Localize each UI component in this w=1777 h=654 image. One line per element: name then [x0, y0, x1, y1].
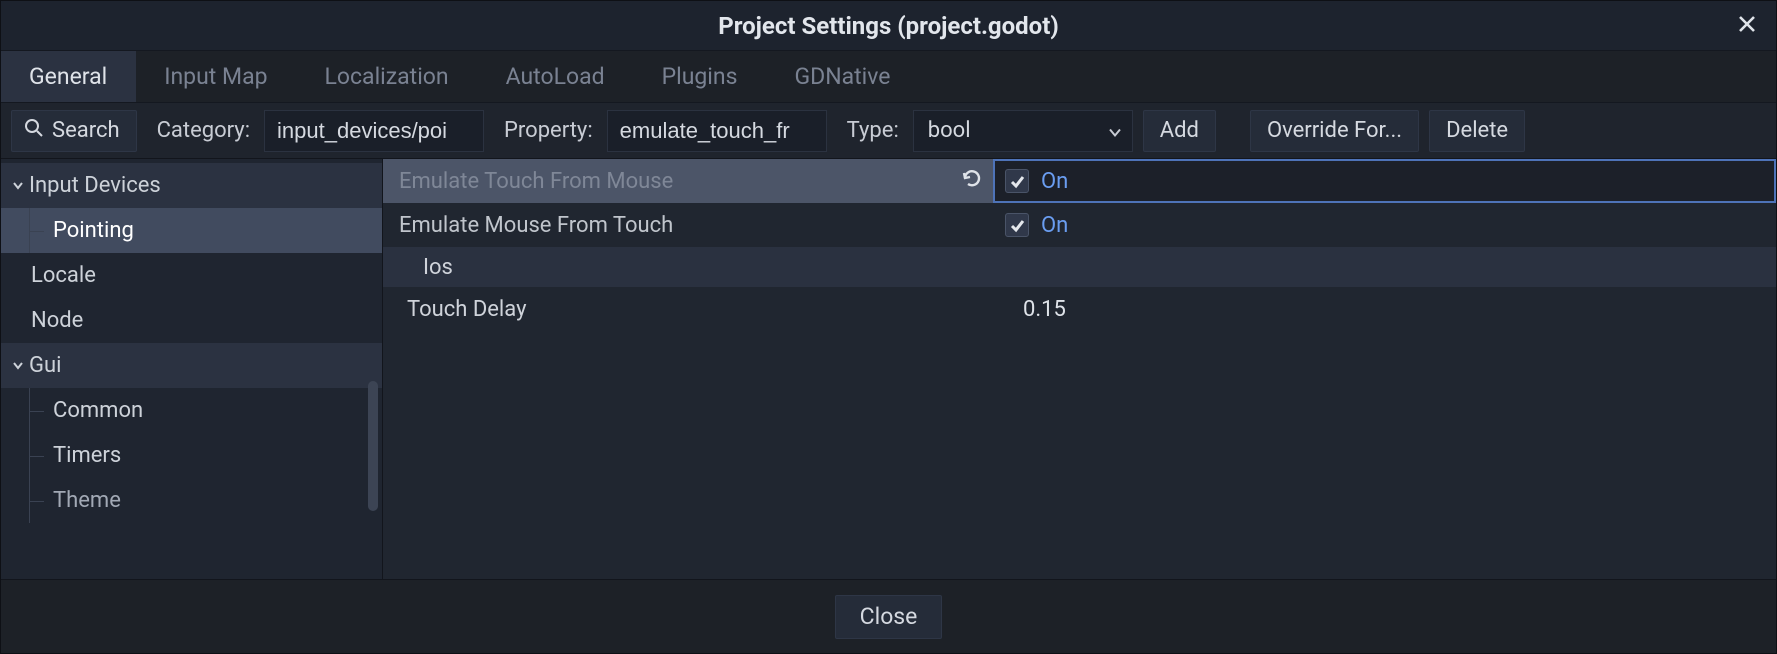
- chevron-down-icon: [11, 173, 25, 198]
- tree-item-timers[interactable]: Timers: [1, 433, 382, 478]
- project-settings-window: Project Settings (project.godot) General…: [0, 0, 1777, 654]
- tab-localization[interactable]: Localization: [297, 51, 478, 102]
- checkbox-checked-icon[interactable]: [1005, 169, 1029, 193]
- property-label: Emulate Touch From Mouse: [383, 159, 993, 203]
- sidebar-scrollbar[interactable]: [368, 381, 378, 511]
- property-input[interactable]: [607, 110, 827, 152]
- tab-gdnative[interactable]: GDNative: [766, 51, 919, 102]
- category-tree: Input Devices Pointing Locale Node Gui C…: [1, 159, 383, 579]
- type-select-value: bool: [928, 118, 971, 143]
- main-area: Input Devices Pointing Locale Node Gui C…: [1, 159, 1776, 579]
- override-for-button[interactable]: Override For...: [1250, 110, 1419, 152]
- checkbox-checked-icon[interactable]: [1005, 213, 1029, 237]
- property-value-text: 0.15: [1023, 297, 1066, 322]
- property-row-emulate-mouse-from-touch: Emulate Mouse From Touch On: [383, 203, 1776, 247]
- toolbar: Search Category: Property: Type: bool Ad…: [1, 103, 1776, 159]
- property-value[interactable]: 0.15: [993, 287, 1776, 331]
- property-row-touch-delay: Touch Delay 0.15: [383, 287, 1776, 331]
- category-label: Category:: [147, 110, 254, 152]
- tree-label: Gui: [29, 353, 61, 378]
- add-button[interactable]: Add: [1143, 110, 1216, 152]
- tree-label: Node: [31, 308, 83, 333]
- tab-plugins[interactable]: Plugins: [634, 51, 767, 102]
- tree-label: Input Devices: [29, 173, 161, 198]
- property-section-ios: Ios: [383, 247, 1776, 287]
- tree-item-pointing[interactable]: Pointing: [1, 208, 382, 253]
- chevron-down-icon: [11, 353, 25, 378]
- delete-button[interactable]: Delete: [1429, 110, 1525, 152]
- type-label: Type:: [837, 110, 903, 152]
- tab-autoload[interactable]: AutoLoad: [478, 51, 634, 102]
- section-label: Ios: [423, 255, 453, 280]
- property-row-emulate-touch-from-mouse: Emulate Touch From Mouse On: [383, 159, 1776, 203]
- tree-label: Pointing: [53, 218, 134, 243]
- tree-item-common[interactable]: Common: [1, 388, 382, 433]
- search-button[interactable]: Search: [11, 110, 137, 152]
- tab-input-map[interactable]: Input Map: [136, 51, 296, 102]
- property-value-text: On: [1041, 213, 1068, 238]
- tree-item-theme[interactable]: Theme: [1, 478, 382, 523]
- tree-label: Theme: [53, 488, 121, 513]
- titlebar: Project Settings (project.godot): [1, 1, 1776, 51]
- property-label: Emulate Mouse From Touch: [383, 203, 993, 247]
- tree-branch-line: [29, 433, 47, 478]
- property-value[interactable]: On: [993, 203, 1776, 247]
- property-value-text: On: [1041, 169, 1068, 194]
- property-label: Property:: [494, 110, 597, 152]
- tree-item-node[interactable]: Node: [1, 298, 382, 343]
- category-input[interactable]: [264, 110, 484, 152]
- property-label: Touch Delay: [383, 287, 993, 331]
- footer: Close: [1, 579, 1776, 653]
- search-icon: [24, 118, 44, 144]
- tab-general[interactable]: General: [1, 51, 136, 102]
- property-value[interactable]: On: [993, 159, 1776, 203]
- tab-strip: General Input Map Localization AutoLoad …: [1, 51, 1776, 103]
- search-label: Search: [52, 118, 120, 143]
- tree-item-locale[interactable]: Locale: [1, 253, 382, 298]
- revert-icon[interactable]: [961, 167, 983, 195]
- tree-branch-line: [29, 388, 47, 433]
- tree-label: Timers: [53, 443, 121, 468]
- close-button[interactable]: Close: [835, 595, 943, 639]
- close-icon[interactable]: [1732, 9, 1762, 39]
- tree-label: Locale: [31, 263, 96, 288]
- tree-group-gui[interactable]: Gui: [1, 343, 382, 388]
- tree-group-input-devices[interactable]: Input Devices: [1, 163, 382, 208]
- tree-label: Common: [53, 398, 143, 423]
- window-title: Project Settings (project.godot): [718, 12, 1059, 40]
- tree-branch-line: [29, 208, 47, 253]
- type-select[interactable]: bool: [913, 110, 1133, 152]
- chevron-down-icon: [1108, 118, 1122, 143]
- property-panel: Emulate Touch From Mouse On Emulate Mous…: [383, 159, 1776, 579]
- tree-branch-line: [29, 478, 47, 523]
